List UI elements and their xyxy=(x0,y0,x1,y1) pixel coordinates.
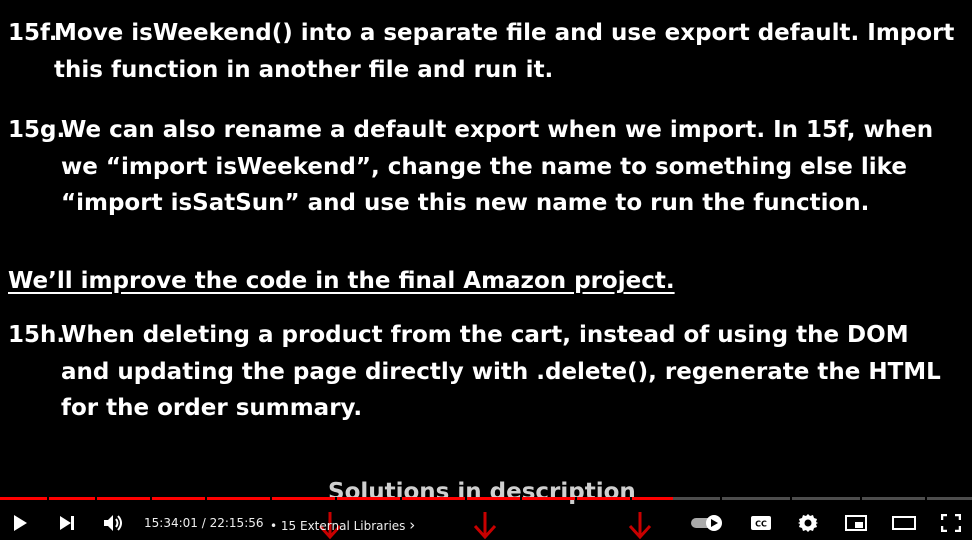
chapter-marker xyxy=(95,497,97,500)
autoplay-toggle[interactable] xyxy=(690,506,726,540)
player-controls: 15:34:01 / 22:15:56 • 15 External Librar… xyxy=(0,506,972,540)
chapter-marker xyxy=(860,497,862,500)
autoplay-toggle-icon xyxy=(691,515,722,531)
solutions-caption: Solutions in description xyxy=(328,479,636,505)
slide: 15f. Move isWeekend() into a separate fi… xyxy=(0,0,972,505)
duration: 22:15:56 xyxy=(209,516,264,530)
exercise-number: 15h. xyxy=(8,322,66,348)
next-icon xyxy=(60,516,74,530)
exercise-line: this function in another file and run it… xyxy=(54,56,554,83)
volume-button[interactable] xyxy=(98,506,130,540)
exercise-text: Move isWeekend() into a separate file an… xyxy=(54,15,954,88)
chapter-marker xyxy=(150,497,152,500)
exercise-number: 15g. xyxy=(8,117,66,143)
captions-icon: CC xyxy=(751,516,771,530)
chapter-marker xyxy=(575,497,577,500)
chapter-marker xyxy=(630,497,632,500)
section-note: We’ll improve the code in the final Amaz… xyxy=(8,268,675,294)
volume-icon xyxy=(104,515,122,531)
chapter-marker xyxy=(790,497,792,500)
chapter-marker xyxy=(270,497,272,500)
svg-text:CC: CC xyxy=(755,520,767,529)
chapter-marker xyxy=(335,497,337,500)
exercise-line: Move isWeekend() into a separate file an… xyxy=(54,20,955,46)
next-button[interactable] xyxy=(52,506,82,540)
exercise-line: We can also rename a default export when… xyxy=(61,117,934,143)
exercise-text: When deleting a product from the cart, i… xyxy=(61,317,941,427)
chapter-button[interactable]: • 15 External Libraries › xyxy=(270,516,415,534)
chapter-title: 15 External Libraries xyxy=(280,519,406,533)
exercise-number: 15f. xyxy=(8,20,58,46)
progress-bar[interactable] xyxy=(0,497,972,500)
chapter-bullet: • xyxy=(270,519,278,533)
chapter-marker xyxy=(205,497,207,500)
chevron-right-icon: › xyxy=(409,516,416,534)
fullscreen-button[interactable] xyxy=(935,506,967,540)
exercise-line: we “import isWeekend”, change the name t… xyxy=(61,153,907,180)
settings-button[interactable] xyxy=(792,506,824,540)
exercise-line: and updating the page directly with .del… xyxy=(61,358,941,385)
chapter-marker xyxy=(720,497,722,500)
miniplayer-button[interactable] xyxy=(840,506,872,540)
exercise-line: “import isSatSun” and use this new name … xyxy=(61,190,870,216)
exercise-line: for the order summary. xyxy=(61,395,363,421)
theater-mode-button[interactable] xyxy=(888,506,920,540)
chapter-marker xyxy=(520,497,522,500)
chapter-marker xyxy=(925,497,927,500)
play-icon xyxy=(14,515,27,531)
current-time: 15:34:01 xyxy=(144,516,198,530)
miniplayer-icon xyxy=(845,515,867,531)
time-separator: / xyxy=(201,516,206,530)
exercise-text: We can also rename a default export when… xyxy=(61,112,933,222)
fullscreen-icon xyxy=(941,514,961,532)
chapter-marker xyxy=(465,497,467,500)
chapter-marker xyxy=(400,497,402,500)
theater-mode-icon xyxy=(892,516,916,530)
settings-icon xyxy=(798,514,818,532)
time-display: 15:34:01 / 22:15:56 xyxy=(144,516,264,530)
chapter-marker xyxy=(47,497,49,500)
exercise-line: When deleting a product from the cart, i… xyxy=(61,322,909,348)
captions-button[interactable]: CC xyxy=(745,506,777,540)
play-button[interactable] xyxy=(4,506,36,540)
